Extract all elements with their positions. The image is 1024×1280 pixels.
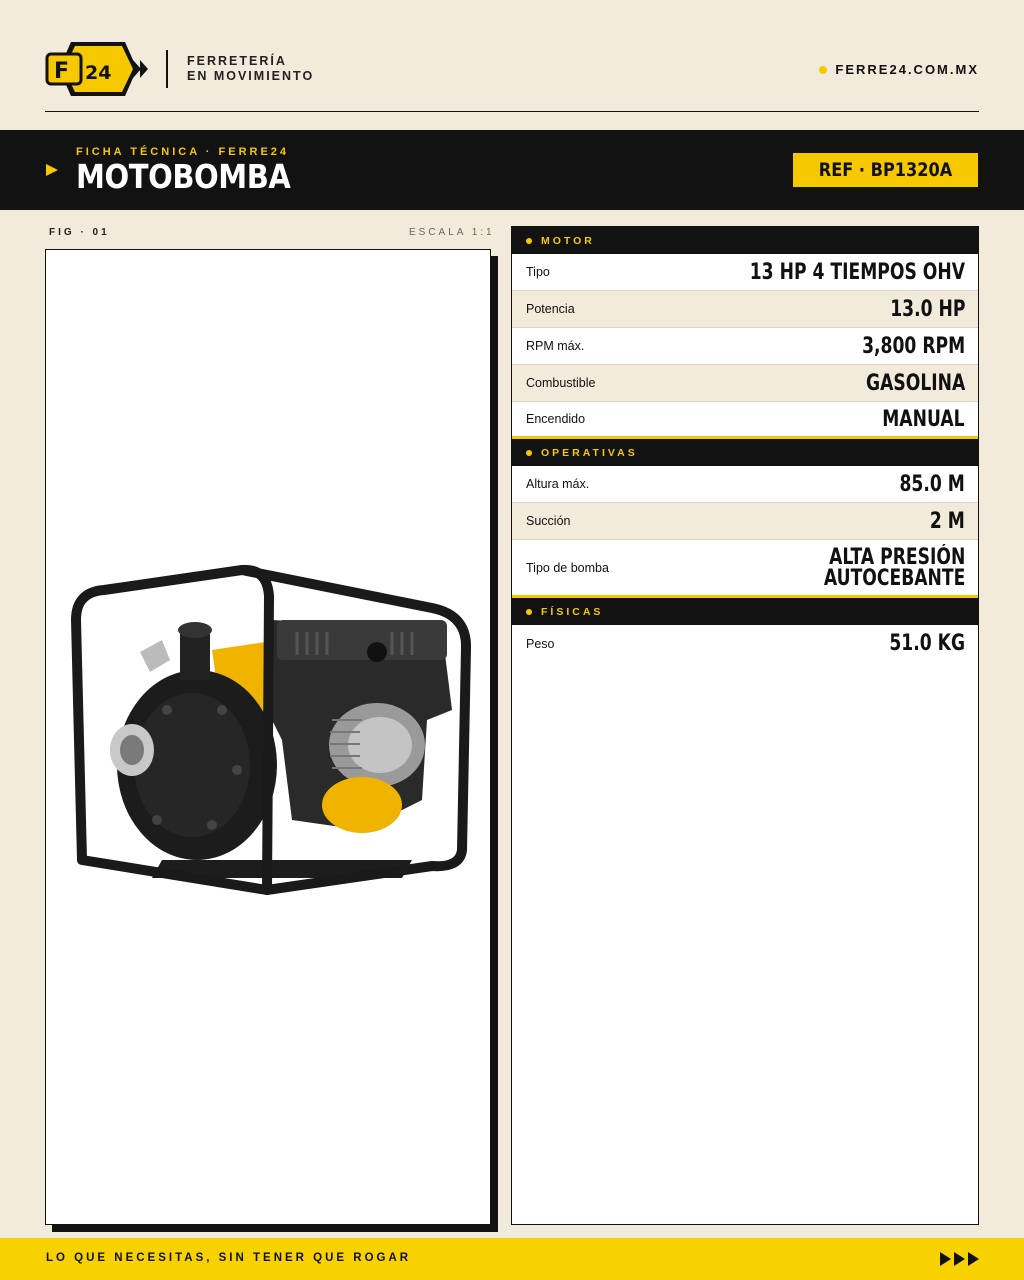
spec-label: Potencia (526, 302, 575, 316)
spec-value: 13.0 HP (889, 296, 965, 322)
spec-value-line2: AUTOCEBANTE (823, 565, 965, 591)
play-icon (46, 164, 58, 176)
section-title: OPERATIVAS (541, 446, 638, 459)
svg-text:F: F (54, 59, 69, 84)
dot-icon (526, 449, 532, 456)
spec-label: Combustible (526, 376, 596, 390)
dot-icon (526, 608, 532, 615)
spec-value: 51.0 KG (889, 631, 965, 656)
spec-row: Combustible GASOLINA (512, 365, 978, 402)
section-title: MOTOR (541, 234, 595, 247)
ferre24-logo[interactable]: F 24 (45, 40, 149, 98)
dot-icon (526, 237, 532, 244)
section-header-operativas: OPERATIVAS (512, 439, 978, 466)
top-header: F 24 FERRETERÍA EN MOVIMIENTO FERRE24.CO… (45, 38, 979, 112)
logo-divider (166, 50, 168, 88)
footer-bar: LO QUE NECESITAS, SIN TENER QUE ROGAR (0, 1238, 1024, 1280)
spec-label: Succión (526, 514, 571, 528)
spec-row: Tipo de bomba ALTA PRESIÓN AUTOCEBANTE (512, 540, 978, 598)
spec-row: RPM máx. 3,800 RPM (512, 328, 978, 365)
spec-value: 13 HP 4 TIEMPOS OHV (749, 259, 965, 285)
spec-label: Peso (526, 636, 555, 651)
spec-label: Tipo de bomba (526, 560, 609, 575)
spec-value: MANUAL (882, 406, 965, 432)
spec-panel: MOTOR Tipo 13 HP 4 TIEMPOS OHV Potencia … (511, 226, 979, 1225)
spec-value: GASOLINA (865, 370, 965, 396)
product-title: MOTOBOMBA (76, 157, 291, 196)
section-title: FÍSICAS (541, 605, 604, 618)
tagline: FERRETERÍA EN MOVIMIENTO (187, 54, 314, 84)
spec-row: Potencia 13.0 HP (512, 291, 978, 328)
arrow-right-icon (940, 1252, 951, 1266)
ref-badge: REF · BP1320A (792, 153, 978, 187)
section-header-motor: MOTOR (512, 227, 978, 254)
spec-value: 3,800 RPM (861, 333, 965, 359)
spec-row: Encendido MANUAL (512, 402, 978, 439)
title-band: FICHA TÉCNICA · FERRE24 MOTOBOMBA REF · … (0, 130, 1024, 210)
arrow-right-icon (968, 1252, 979, 1266)
ref-text: REF · BP1320A (818, 159, 953, 181)
tagline-line2: EN MOVIMIENTO (187, 69, 315, 83)
fig-label: FIG · 01 (49, 227, 110, 238)
dot-icon (819, 65, 828, 74)
site-text[interactable]: FERRE24.COM.MX (835, 62, 979, 77)
spec-value-line1: ALTA PRESIÓN (828, 544, 965, 570)
spec-row: Altura máx. 85.0 M (512, 466, 978, 503)
spec-label: Encendido (526, 412, 586, 426)
spec-label: Tipo (526, 265, 550, 279)
spec-row: Peso 51.0 KG (512, 625, 978, 662)
spec-value: ALTA PRESIÓN AUTOCEBANTE (823, 544, 965, 591)
arrow-right-icon (954, 1252, 965, 1266)
tagline-line1: FERRETERÍA (187, 54, 287, 68)
figure-frame (45, 249, 491, 1225)
scale-label: ESCALA 1:1 (409, 227, 495, 238)
spec-value: 85.0 M (899, 471, 965, 497)
section-header-fisicas: FÍSICAS (512, 598, 978, 625)
svg-text:24: 24 (85, 62, 111, 84)
spec-value: 2 M (930, 508, 965, 534)
spec-row: Succión 2 M (512, 503, 978, 540)
spec-row: Tipo 13 HP 4 TIEMPOS OHV (512, 254, 978, 291)
slogan: LO QUE NECESITAS, SIN TENER QUE ROGAR (46, 1252, 412, 1264)
site-link[interactable]: FERRE24.COM.MX (819, 62, 979, 77)
arrows-decoration (940, 1252, 979, 1266)
motobomba-image (71, 564, 471, 895)
spec-label: Altura máx. (526, 477, 590, 491)
spec-label: RPM máx. (526, 339, 585, 353)
